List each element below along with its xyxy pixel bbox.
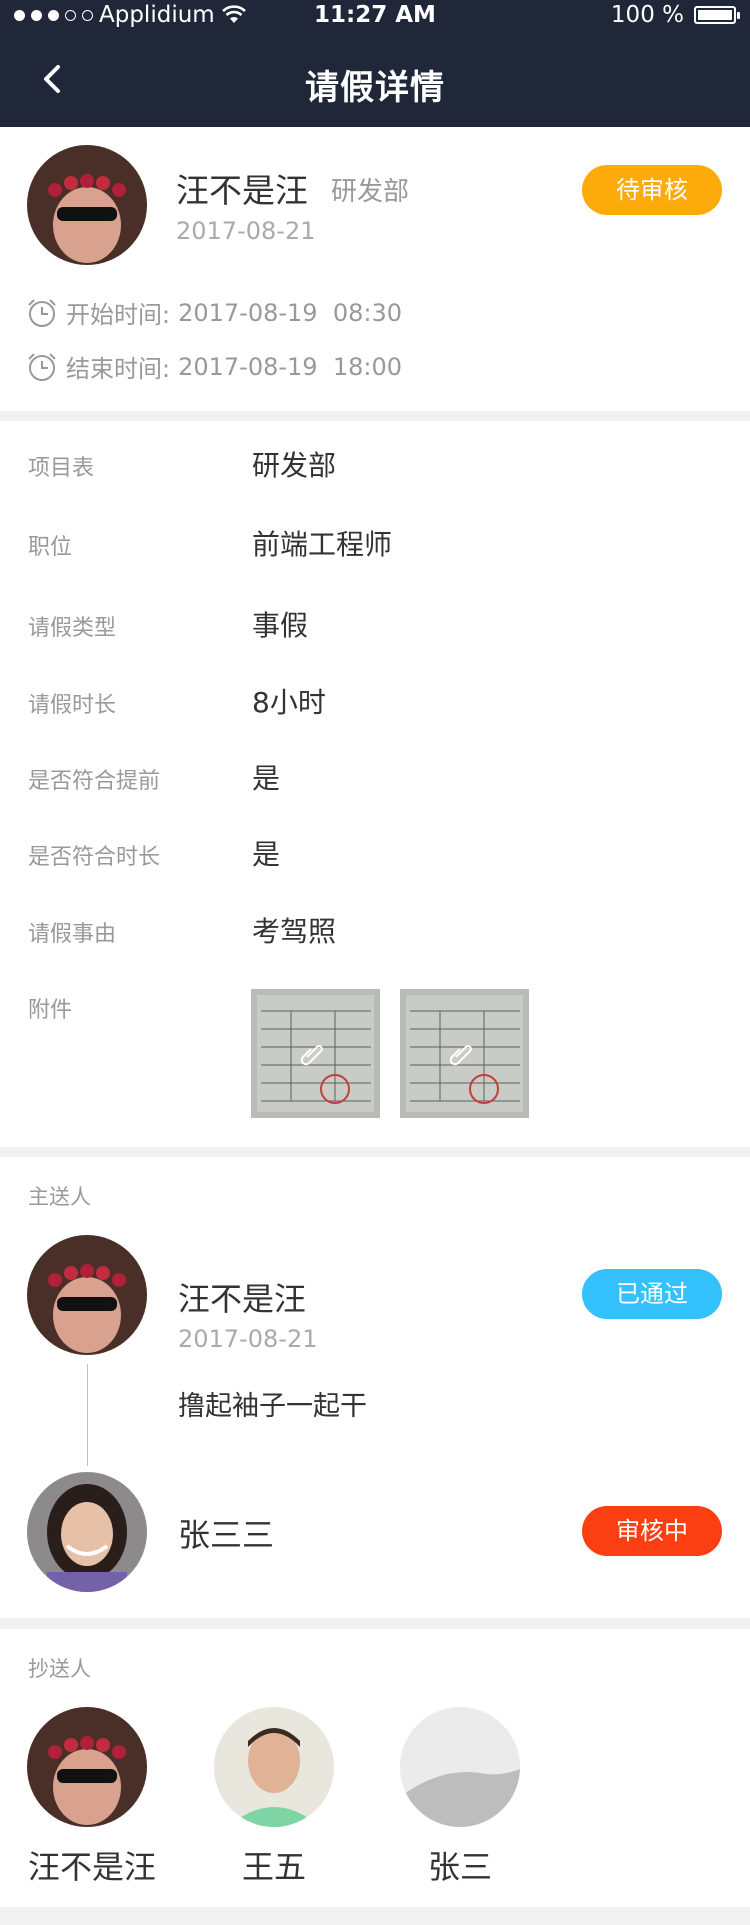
start-time-label: 开始时间: xyxy=(66,301,171,329)
page-title: 请假详情 xyxy=(305,68,445,108)
avatar xyxy=(27,1472,147,1592)
detail-label: 是否符合提前 xyxy=(28,769,161,794)
alarm-clock-icon xyxy=(28,352,56,381)
reviewing-badge: 审核中 xyxy=(582,1506,722,1556)
start-time-row: 开始时间: 2017-08-19 08:30 xyxy=(26,295,402,330)
applicant-date: 2017-08-21 xyxy=(176,217,316,245)
detail-label: 项目表 xyxy=(28,456,95,481)
end-time-label: 结束时间: xyxy=(66,355,171,383)
detail-value: 事假 xyxy=(252,609,309,642)
detail-value: 8小时 xyxy=(252,686,326,719)
start-time-value: 2017-08-19 08:30 xyxy=(178,298,402,327)
end-time-value: 2017-08-19 18:00 xyxy=(178,352,402,381)
applicant-name: 汪不是汪 xyxy=(176,171,308,210)
applicant-department: 研发部 xyxy=(331,177,410,207)
avatar xyxy=(400,1707,520,1827)
detail-label: 请假类型 xyxy=(28,616,117,641)
detail-value: 前端工程师 xyxy=(252,528,393,561)
detail-value: 是 xyxy=(252,838,281,871)
status-bar: Applidium 11:27 AM 100 % xyxy=(0,0,750,40)
details-card: 项目表 研发部 职位 前端工程师 请假类型 事假 请假时长 8小时 是否符合提前… xyxy=(0,421,750,1147)
cc-name: 张三 xyxy=(427,1848,492,1886)
attachment-thumbnail[interactable] xyxy=(251,989,380,1118)
approver-date: 2017-08-21 xyxy=(178,1325,318,1353)
avatar xyxy=(214,1707,334,1827)
battery-status: 100 % xyxy=(610,2,740,28)
cc-name: 汪不是汪 xyxy=(27,1848,156,1886)
avatar xyxy=(27,1707,147,1827)
battery-percent: 100 % xyxy=(610,2,684,28)
detail-value: 考驾照 xyxy=(252,915,337,948)
detail-label: 请假事由 xyxy=(28,922,117,947)
alarm-clock-icon xyxy=(28,298,56,327)
timeline-connector xyxy=(87,1364,88,1466)
battery-icon xyxy=(694,6,740,24)
end-time-row: 结束时间: 2017-08-19 18:00 xyxy=(26,349,402,384)
cc-card: 抄送人 汪不是汪 王五 张三 xyxy=(0,1629,750,1907)
detail-label: 职位 xyxy=(28,535,73,560)
approver-comment: 撸起袖子一起干 xyxy=(178,1391,367,1422)
avatar xyxy=(27,1235,147,1355)
avatar xyxy=(27,145,147,265)
attachment-thumbnail[interactable] xyxy=(400,989,529,1118)
approvers-card: 主送人 汪不是汪 2017-08-21 撸起袖子一起干 已通过 张三三 审核中 xyxy=(0,1157,750,1618)
top-bar: Applidium 11:27 AM 100 % 请假详情 xyxy=(0,0,750,127)
status-badge: 待审核 xyxy=(582,165,722,215)
cc-name: 王五 xyxy=(241,1848,306,1886)
attachments-label: 附件 xyxy=(28,998,73,1023)
applicant-card: 汪不是汪 研发部 2017-08-21 待审核 开始时间: 2017-08-19… xyxy=(0,127,750,411)
approver-name: 汪不是汪 xyxy=(178,1280,307,1318)
detail-value: 研发部 xyxy=(252,449,337,482)
approver-name: 张三三 xyxy=(178,1516,275,1554)
approvers-section-label: 主送人 xyxy=(28,1185,91,1209)
approved-badge: 已通过 xyxy=(582,1269,722,1319)
detail-label: 请假时长 xyxy=(28,693,117,718)
detail-label: 是否符合时长 xyxy=(28,845,161,870)
cc-section-label: 抄送人 xyxy=(28,1657,91,1681)
detail-value: 是 xyxy=(252,762,281,795)
